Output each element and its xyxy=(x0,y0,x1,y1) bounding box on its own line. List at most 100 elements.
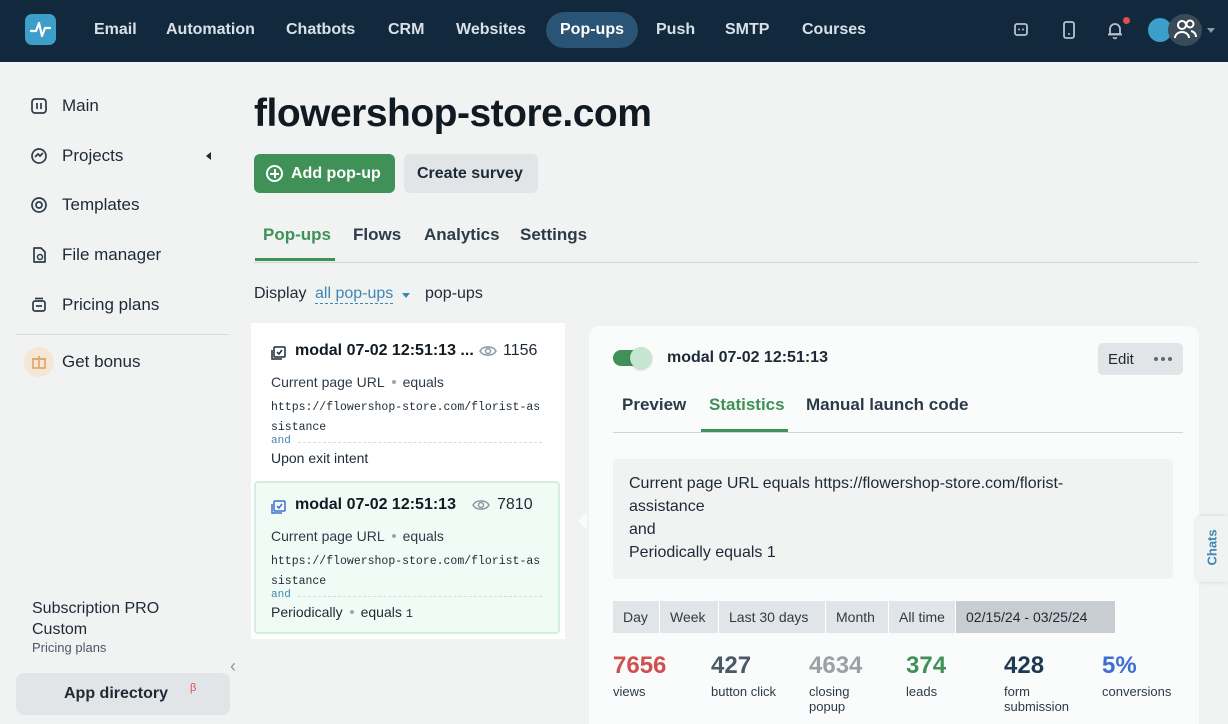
separator-dot xyxy=(349,610,354,614)
app-directory-button[interactable]: App directory β xyxy=(16,673,230,715)
sidebar-item-label: Get bonus xyxy=(62,352,141,371)
stat-value: 5% xyxy=(1102,652,1137,679)
nav-crm[interactable]: CRM xyxy=(374,12,438,48)
nav-email[interactable]: Email xyxy=(80,12,151,48)
edit-button-group: Edit xyxy=(1098,343,1183,375)
stat-value: 7656 xyxy=(613,652,667,679)
popup-type-icon xyxy=(271,346,286,360)
tab-popups[interactable]: Pop-ups xyxy=(263,225,331,245)
nav-chatbots[interactable]: Chatbots xyxy=(272,12,369,48)
tabs-divider xyxy=(254,262,1199,263)
tab-manual-launch-code[interactable]: Manual launch code xyxy=(806,395,968,415)
display-filter-dropdown[interactable]: all pop-ups xyxy=(315,285,394,304)
joiner-divider xyxy=(298,442,542,443)
add-popup-button[interactable]: Add pop-up xyxy=(254,154,395,193)
mobile-icon[interactable] xyxy=(1058,19,1080,41)
separator-dot xyxy=(391,380,396,384)
popup-card[interactable]: modal 07-02 12:51:13 ... 1156 Current pa… xyxy=(254,327,560,477)
popup-detail-panel: modal 07-02 12:51:13 Edit Preview Statis… xyxy=(589,326,1199,724)
conditions-summary: Current page URL equals https://flowersh… xyxy=(613,459,1173,579)
display-filter-prefix: Display xyxy=(254,285,307,302)
home-icon xyxy=(31,98,47,114)
more-options-icon[interactable] xyxy=(1154,357,1172,361)
stat-label: button click xyxy=(711,684,777,699)
notification-dot xyxy=(1123,17,1130,24)
condition-url: https://flowershop-store.com/florist-ass… xyxy=(271,401,541,434)
joiner-divider xyxy=(298,596,542,597)
separator-dot xyxy=(391,534,396,538)
tabs-divider xyxy=(613,432,1183,433)
period-all-time[interactable]: All time xyxy=(889,601,956,633)
chat-icon[interactable] xyxy=(1010,19,1032,41)
create-survey-button[interactable]: Create survey xyxy=(404,154,538,193)
nav-courses[interactable]: Courses xyxy=(788,12,880,48)
projects-expand-caret-icon[interactable] xyxy=(206,152,211,160)
nav-websites[interactable]: Websites xyxy=(442,12,540,48)
add-popup-label: Add pop-up xyxy=(291,165,381,182)
popup-enabled-toggle[interactable] xyxy=(613,347,652,369)
nav-push[interactable]: Push xyxy=(642,12,709,48)
condition-line: assistance xyxy=(629,498,705,515)
period-date-range[interactable]: 02/15/24 - 03/25/24 xyxy=(956,601,1116,633)
sidebar-item-label: Projects xyxy=(62,146,124,165)
stat-label: views xyxy=(613,684,646,699)
condition-operator: equals xyxy=(402,528,444,544)
templates-icon xyxy=(31,197,47,213)
sidebar-item-pricing-plans[interactable]: Pricing plans xyxy=(30,291,220,321)
nav-popups[interactable]: Pop-ups xyxy=(546,12,638,48)
condition-line: Periodically equals 1 xyxy=(629,544,776,561)
stat-value: 374 xyxy=(906,652,947,679)
selection-pointer xyxy=(578,512,587,530)
top-navigation-bar: Email Automation Chatbots CRM Websites P… xyxy=(0,0,1228,62)
sidebar-item-label: File manager xyxy=(62,245,162,264)
period-last-30-days[interactable]: Last 30 days xyxy=(719,601,826,633)
sidebar-item-templates[interactable]: Templates xyxy=(30,191,220,221)
period-day[interactable]: Day xyxy=(613,601,660,633)
sidebar-item-label: Templates xyxy=(62,195,140,214)
condition-field: Current page URL xyxy=(271,528,385,544)
stat-value: 427 xyxy=(711,652,752,679)
nav-automation[interactable]: Automation xyxy=(152,12,269,48)
tab-statistics[interactable]: Statistics xyxy=(709,395,785,415)
stat-value: 4634 xyxy=(809,652,863,679)
popup-name: modal 07-02 12:51:13 ... xyxy=(295,342,474,359)
tab-settings[interactable]: Settings xyxy=(520,225,587,245)
nav-smtp[interactable]: SMTP xyxy=(711,12,783,48)
tab-flows[interactable]: Flows xyxy=(353,225,401,245)
trigger-operator: equals xyxy=(360,604,402,620)
chevron-down-icon[interactable] xyxy=(402,293,410,298)
popup-views: 1156 xyxy=(503,342,538,359)
popup-list: modal 07-02 12:51:13 ... 1156 Current pa… xyxy=(251,323,565,639)
period-week[interactable]: Week xyxy=(660,601,719,633)
chats-side-tab[interactable]: Chats xyxy=(1196,516,1228,582)
popup-card-selected[interactable]: modal 07-02 12:51:13 7810 Current page U… xyxy=(254,481,560,634)
period-month[interactable]: Month xyxy=(826,601,889,633)
sidebar-item-main[interactable]: Main xyxy=(30,92,220,122)
sidebar-item-file-manager[interactable]: File manager xyxy=(30,241,220,271)
sidebar-item-label: Pricing plans xyxy=(62,295,160,314)
subscription-plan-name: Subscription PRO Custom xyxy=(32,600,160,638)
pricing-plans-link[interactable]: Pricing plans xyxy=(32,640,106,655)
plus-circle-icon xyxy=(266,165,283,182)
chats-label: Chats xyxy=(1204,529,1220,566)
stat-label: closing popup xyxy=(809,684,850,714)
detail-popup-name: modal 07-02 12:51:13 xyxy=(667,349,828,366)
account-menu-chevron-down-icon[interactable] xyxy=(1207,28,1215,33)
condition-line: and xyxy=(629,521,656,538)
condition-line: Current page URL equals https://flowersh… xyxy=(629,475,1064,492)
tab-analytics[interactable]: Analytics xyxy=(424,225,500,245)
user-avatar-icon[interactable] xyxy=(1168,14,1202,46)
sidebar-item-get-bonus[interactable]: Get bonus xyxy=(30,348,220,378)
condition-url: https://flowershop-store.com/florist-ass… xyxy=(271,555,541,588)
sidebar-item-projects[interactable]: Projects xyxy=(30,142,220,172)
condition-joiner: and xyxy=(271,589,291,601)
display-filter-suffix: pop-ups xyxy=(425,285,483,302)
edit-button[interactable]: Edit xyxy=(1108,351,1134,368)
collapse-sidebar-chevron-icon[interactable]: ‹ xyxy=(230,656,236,677)
tab-preview[interactable]: Preview xyxy=(622,395,686,415)
app-logo-icon[interactable] xyxy=(25,14,56,45)
popup-type-icon xyxy=(271,500,286,514)
sidebar-divider xyxy=(16,334,229,335)
beta-badge: β xyxy=(190,682,197,694)
projects-icon xyxy=(31,148,47,164)
